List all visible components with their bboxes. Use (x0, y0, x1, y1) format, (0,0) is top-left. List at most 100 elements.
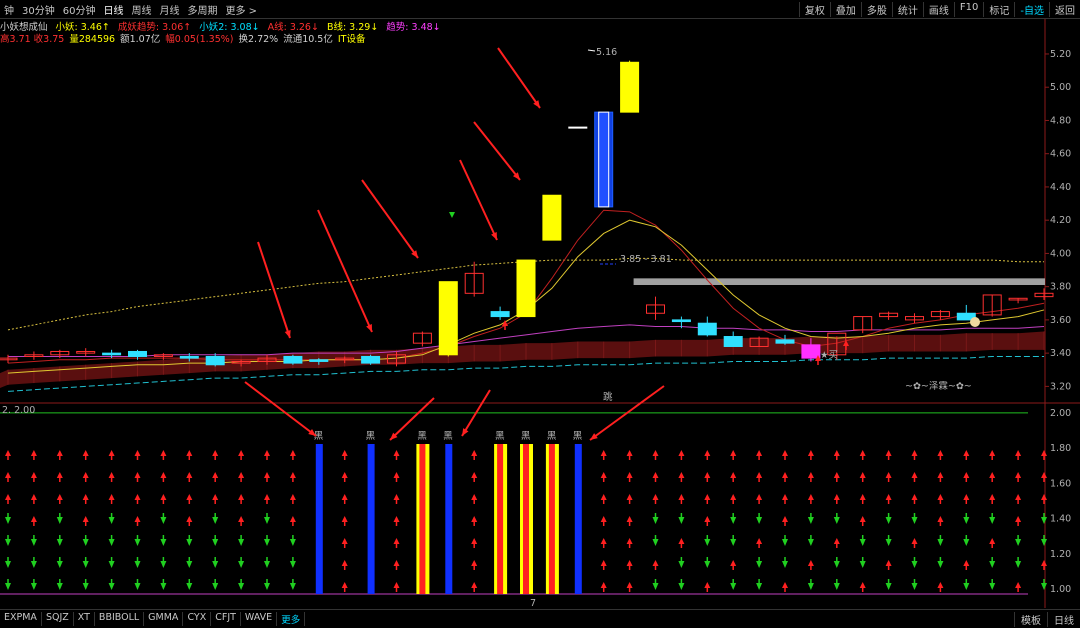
down-arrow-icon (212, 517, 219, 524)
down-arrow-icon (30, 583, 37, 590)
down-arrow-icon (108, 517, 115, 524)
toolbar-button[interactable]: 叠加 (829, 2, 861, 17)
toolbar-button[interactable]: 多股 (860, 2, 892, 17)
candle-body (205, 355, 225, 366)
down-arrow-icon (678, 583, 685, 590)
toolbar-button[interactable]: 统计 (891, 2, 923, 17)
down-arrow-icon (56, 539, 63, 546)
down-arrow-icon (134, 561, 141, 568)
bottom-button[interactable]: 日线 (1047, 612, 1080, 627)
candle-body (697, 322, 717, 336)
down-arrow-icon (56, 583, 63, 590)
indicator-tab[interactable]: EXPMA (0, 612, 42, 626)
indicator-tab[interactable]: SQJZ (42, 612, 74, 626)
indicator-tab[interactable]: WAVE (241, 612, 278, 626)
down-arrow-icon (730, 517, 737, 524)
toolbar-button[interactable]: F10 (953, 2, 983, 17)
indicator-tab[interactable]: BBIBOLL (95, 612, 145, 626)
annotation-arrow (473, 121, 521, 181)
down-arrow-icon (134, 583, 141, 590)
down-arrow-icon (963, 539, 970, 546)
toolbar-button[interactable]: 标记 (983, 2, 1014, 17)
down-arrow-icon (5, 583, 11, 590)
down-arrow-icon (730, 539, 737, 546)
period-tab[interactable]: 30分钟 (18, 2, 59, 17)
down-arrow-icon (449, 212, 455, 218)
jump-label: 跳 (603, 391, 613, 403)
toolbar-button[interactable]: 画线 (922, 2, 954, 17)
toolbar-button[interactable]: 返回 (1049, 2, 1080, 17)
indicator-tab[interactable]: GMMA (144, 612, 184, 626)
buy-signal-label: ★买 (820, 350, 838, 361)
lower-tick-label: 2.00 (1050, 408, 1071, 419)
annotation-arrow (244, 381, 317, 437)
hei-label: 黑 (417, 431, 427, 442)
quote-value: 幅0.05(1.35%) (165, 34, 234, 45)
indicator-tab[interactable]: 更多 (277, 612, 306, 626)
down-arrow-icon (108, 583, 115, 590)
down-arrow-icon (756, 517, 763, 524)
period-tab[interactable]: 更多 > (221, 2, 261, 17)
price-tick-label: 5.00 (1050, 82, 1071, 93)
candle-body (283, 355, 303, 364)
down-arrow-icon (264, 517, 270, 524)
down-arrow-icon (264, 539, 270, 546)
down-arrow-icon (186, 583, 193, 590)
price-tick-label: 4.40 (1050, 182, 1071, 193)
down-arrow-icon (134, 539, 141, 546)
toolbar-button[interactable]: -自选 (1014, 2, 1049, 17)
period-tab[interactable]: 日线 (99, 2, 127, 17)
period-tab[interactable]: 钟 (0, 2, 18, 17)
down-arrow-icon (82, 539, 89, 546)
period-tab[interactable]: 周线 (127, 2, 155, 17)
candle-body (438, 281, 458, 356)
indicator-tab[interactable]: CYX (183, 612, 212, 626)
down-arrow-icon (652, 539, 659, 546)
quote-value: 量284596 (69, 34, 116, 45)
lower-panel-header: 2. 2.00 (2, 405, 35, 416)
down-arrow-icon (963, 583, 970, 590)
down-arrow-icon (108, 539, 115, 546)
quote-value: 高3.71 收3.75 (0, 34, 65, 45)
down-arrow-icon (885, 517, 892, 524)
lower-tick-label: 1.40 (1050, 514, 1071, 525)
period-tab[interactable]: 多周期 (183, 2, 221, 17)
candle-body (128, 350, 147, 357)
price-tick-label: 3.40 (1050, 348, 1071, 359)
down-arrow-icon (989, 583, 996, 590)
down-arrow-icon (238, 583, 245, 590)
period-tab[interactable]: 60分钟 (59, 2, 100, 17)
period-tab[interactable]: 月线 (155, 2, 183, 17)
price-tick-label: 5.20 (1050, 49, 1071, 60)
hei-label: 黑 (366, 431, 376, 442)
indicator-tab[interactable]: XT (74, 612, 95, 626)
down-arrow-icon (911, 517, 918, 524)
down-arrow-icon (212, 583, 219, 590)
down-arrow-icon (989, 561, 996, 568)
indicator-tab[interactable]: CFJT (211, 612, 241, 626)
indicator-value: B线: 3.29↓ (326, 22, 379, 33)
candle-body (102, 352, 122, 356)
quote-value: 换2.72% (238, 34, 279, 45)
down-arrow-icon (756, 561, 763, 568)
high-price-label: 5.16 (596, 47, 617, 58)
down-arrow-icon (1041, 583, 1047, 590)
candle-body (671, 319, 691, 323)
stock-chart[interactable]: 2.001.801.601.401.201.002. 2.00黑黑黑黑黑黑黑黑 … (0, 0, 1080, 627)
price-tick-label: 3.60 (1050, 315, 1071, 326)
period-toolbar: 钟 30分钟 60分钟 日线 周线 月线 多周期 更多 > 复权 叠加 多股 统计 画线 F10 标记 -自… (0, 0, 1080, 19)
down-arrow-icon (289, 539, 296, 546)
price-tick-label: 4.60 (1050, 149, 1071, 160)
candle-body (516, 259, 536, 318)
down-arrow-icon (963, 517, 970, 524)
down-arrow-icon (264, 561, 270, 568)
candle-body (620, 61, 640, 113)
quote-value: 额1.07亿 (120, 34, 161, 45)
candle-body (775, 339, 795, 344)
down-arrow-icon (989, 517, 996, 524)
down-arrow-icon (160, 583, 167, 590)
candle-body (801, 344, 821, 359)
toolbar-button[interactable]: 复权 (798, 2, 830, 17)
candle-body (309, 359, 329, 362)
bottom-button[interactable]: 模板 (1014, 612, 1047, 627)
